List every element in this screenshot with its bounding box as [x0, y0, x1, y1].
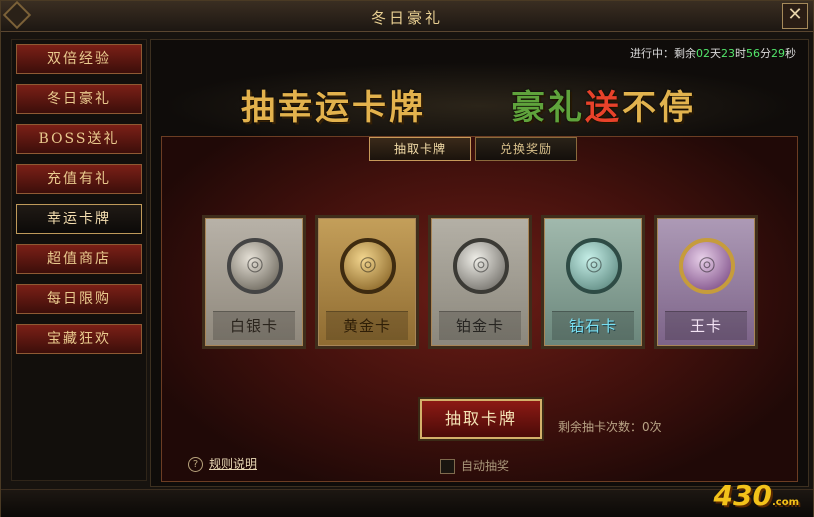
king-medal-icon: ◎: [679, 238, 735, 294]
close-button[interactable]: ✕: [782, 3, 808, 29]
rules-link-wrap: ? 规则说明: [188, 455, 257, 472]
banner-right-part2: 送: [585, 88, 622, 128]
banner-title-left: 抽幸运卡牌: [241, 88, 426, 128]
sidebar-item-boss-gift[interactable]: BOSS送礼: [16, 124, 142, 154]
logo-suffix: .com: [771, 497, 799, 508]
banner-right-part3: 不停: [622, 88, 696, 128]
timer-seconds-unit: 秒: [785, 47, 796, 60]
sidebar-item-winter-gift[interactable]: 冬日豪礼: [16, 84, 142, 114]
sidebar-item-daily-limit[interactable]: 每日限购: [16, 284, 142, 314]
tab-draw-cards[interactable]: 抽取卡牌: [369, 137, 471, 161]
sidebar-item-value-shop[interactable]: 超值商店: [16, 244, 142, 274]
tab-bar: 抽取卡牌 兑换奖励: [369, 137, 577, 161]
bottom-bar: [1, 489, 813, 517]
card-panel: 抽取卡牌 兑换奖励 ◎ 白银卡 ◎ 黄金卡 ◎ 铂金卡 ◎ 钻石卡 ◎ 王卡 抽…: [161, 136, 798, 482]
site-logo: 430.com: [714, 479, 799, 512]
card-platinum[interactable]: ◎ 铂金卡: [428, 215, 532, 349]
event-timer: 进行中：剩余02天23时56分29秒: [630, 45, 796, 61]
timer-hours: 23: [721, 47, 735, 60]
card-silver[interactable]: ◎ 白银卡: [202, 215, 306, 349]
diamond-medal-icon: ◎: [566, 238, 622, 294]
title-bar: 冬日豪礼 ✕: [1, 0, 813, 32]
card-king[interactable]: ◎ 王卡: [654, 215, 758, 349]
timer-prefix: 进行中：剩余: [630, 47, 696, 60]
card-label: 白银卡: [213, 311, 295, 340]
sidebar-item-double-exp[interactable]: 双倍经验: [16, 44, 142, 74]
card-label: 铂金卡: [439, 311, 521, 340]
gold-medal-icon: ◎: [340, 238, 396, 294]
timer-seconds: 29: [771, 47, 785, 60]
draw-card-button[interactable]: 抽取卡牌: [420, 399, 542, 439]
game-window: 冬日豪礼 ✕ 双倍经验 冬日豪礼 BOSS送礼 充值有礼 幸运卡牌 超值商店 每…: [0, 0, 814, 517]
remaining-draws: 剩余抽卡次数：0次: [558, 420, 662, 434]
sidebar-item-recharge-gift[interactable]: 充值有礼: [16, 164, 142, 194]
timer-hours-unit: 时: [735, 47, 746, 60]
banner-right-part1: 豪礼: [511, 88, 585, 128]
silver-medal-icon: ◎: [227, 238, 283, 294]
rules-link[interactable]: 规则说明: [209, 457, 257, 471]
card-gold[interactable]: ◎ 黄金卡: [315, 215, 419, 349]
help-icon: ?: [188, 457, 203, 472]
logo-text: 430: [713, 479, 772, 512]
tab-exchange-rewards[interactable]: 兑换奖励: [475, 137, 577, 161]
auto-draw-checkbox[interactable]: [440, 459, 455, 474]
banner-title-right: 豪礼送不停: [511, 80, 696, 129]
timer-days: 02: [696, 47, 710, 60]
timer-minutes-unit: 分: [760, 47, 771, 60]
card-diamond[interactable]: ◎ 钻石卡: [541, 215, 645, 349]
timer-minutes: 56: [746, 47, 760, 60]
window-title: 冬日豪礼: [370, 9, 443, 27]
card-label: 黄金卡: [326, 311, 408, 340]
sidebar: 双倍经验 冬日豪礼 BOSS送礼 充值有礼 幸运卡牌 超值商店 每日限购 宝藏狂…: [11, 39, 147, 481]
card-label: 王卡: [665, 311, 747, 340]
main-panel: 进行中：剩余02天23时56分29秒 抽幸运卡牌 豪礼送不停 抽取卡牌 兑换奖励…: [150, 39, 809, 487]
auto-draw-option[interactable]: 自动抽奖: [440, 457, 509, 474]
timer-days-unit: 天: [710, 47, 721, 60]
sidebar-item-lucky-cards[interactable]: 幸运卡牌: [16, 204, 142, 234]
platinum-medal-icon: ◎: [453, 238, 509, 294]
card-label: 钻石卡: [552, 311, 634, 340]
auto-draw-label: 自动抽奖: [461, 459, 510, 473]
sidebar-item-treasure-carnival[interactable]: 宝藏狂欢: [16, 324, 142, 354]
